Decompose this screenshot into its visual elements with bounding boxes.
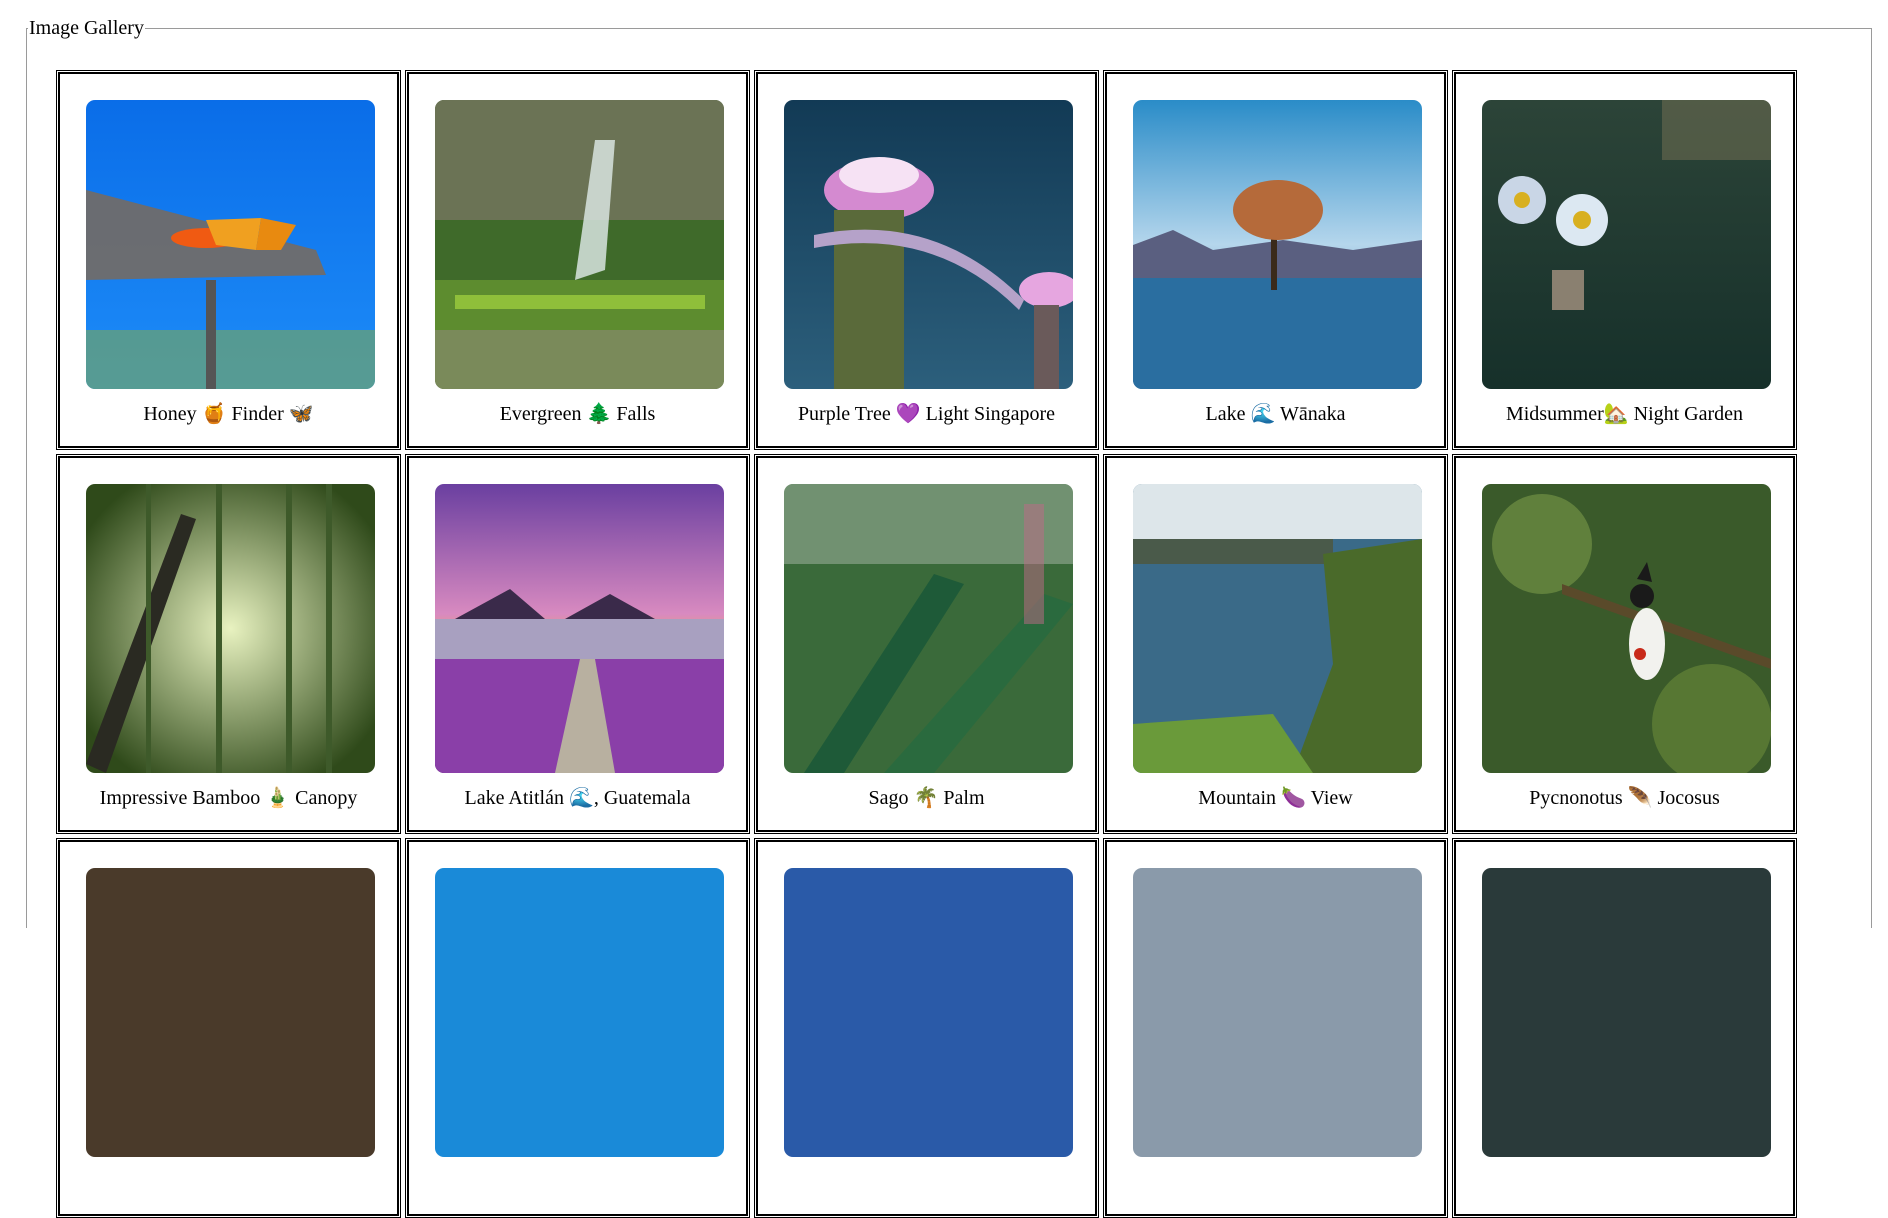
gallery-legend: Image Gallery bbox=[28, 16, 145, 40]
gallery-card[interactable]: Purple Tree 💜 Light Singapore bbox=[754, 70, 1099, 450]
gallery-image[interactable] bbox=[435, 868, 724, 1157]
gallery-image-supertree[interactable] bbox=[784, 100, 1073, 389]
gallery-caption: Sago 🌴 Palm bbox=[868, 787, 985, 809]
gallery-caption: Pycnonotus 🪶 Jocosus bbox=[1529, 787, 1720, 809]
gallery-grid: Honey 🍯 Finder 🦋 Evergreen 🌲 Falls Purpl… bbox=[56, 70, 1797, 1218]
gallery-card[interactable]: Evergreen 🌲 Falls bbox=[405, 70, 750, 450]
gallery-image[interactable] bbox=[784, 868, 1073, 1157]
gallery-caption: Purple Tree 💜 Light Singapore bbox=[797, 403, 1056, 425]
gallery-caption: Lake Atitlán 🌊, Guatemala bbox=[464, 787, 691, 809]
gallery-image-cliffs[interactable] bbox=[1133, 484, 1422, 773]
gallery-image-lake-atitlan[interactable] bbox=[435, 484, 724, 773]
gallery-card[interactable]: Lake 🌊 Wānaka bbox=[1103, 70, 1448, 450]
gallery-caption: Honey 🍯 Finder 🦋 bbox=[143, 403, 314, 425]
gallery-image-waterfall[interactable] bbox=[435, 100, 724, 389]
gallery-caption: Midsummer🏡 Night Garden bbox=[1505, 403, 1744, 425]
gallery-card[interactable] bbox=[1452, 838, 1797, 1218]
gallery-caption: Lake 🌊 Wānaka bbox=[1205, 403, 1346, 425]
gallery-image-bamboo[interactable] bbox=[86, 484, 375, 773]
gallery-card[interactable]: Lake Atitlán 🌊, Guatemala bbox=[405, 454, 750, 834]
gallery-card[interactable]: Sago 🌴 Palm bbox=[754, 454, 1099, 834]
gallery-card[interactable]: Pycnonotus 🪶 Jocosus bbox=[1452, 454, 1797, 834]
gallery-card[interactable]: Honey 🍯 Finder 🦋 bbox=[56, 70, 401, 450]
gallery-caption: Evergreen 🌲 Falls bbox=[499, 403, 656, 425]
gallery-image-bird[interactable] bbox=[1482, 484, 1771, 773]
gallery-image[interactable] bbox=[1133, 868, 1422, 1157]
gallery-card[interactable] bbox=[754, 838, 1099, 1218]
gallery-image-butterfly[interactable] bbox=[86, 100, 375, 389]
gallery-image-sago-palm[interactable] bbox=[784, 484, 1073, 773]
gallery-image[interactable] bbox=[86, 868, 375, 1157]
gallery-card[interactable] bbox=[56, 838, 401, 1218]
gallery-card[interactable] bbox=[405, 838, 750, 1218]
gallery-card[interactable]: Impressive Bamboo 🎍 Canopy bbox=[56, 454, 401, 834]
gallery-card[interactable]: Midsummer🏡 Night Garden bbox=[1452, 70, 1797, 450]
gallery-image-daisies[interactable] bbox=[1482, 100, 1771, 389]
gallery-caption: Impressive Bamboo 🎍 Canopy bbox=[99, 787, 358, 809]
gallery-card[interactable] bbox=[1103, 838, 1448, 1218]
gallery-image[interactable] bbox=[1482, 868, 1771, 1157]
gallery-card[interactable]: Mountain 🍆 View bbox=[1103, 454, 1448, 834]
gallery-image-lake-tree[interactable] bbox=[1133, 100, 1422, 389]
gallery-caption: Mountain 🍆 View bbox=[1198, 787, 1353, 809]
